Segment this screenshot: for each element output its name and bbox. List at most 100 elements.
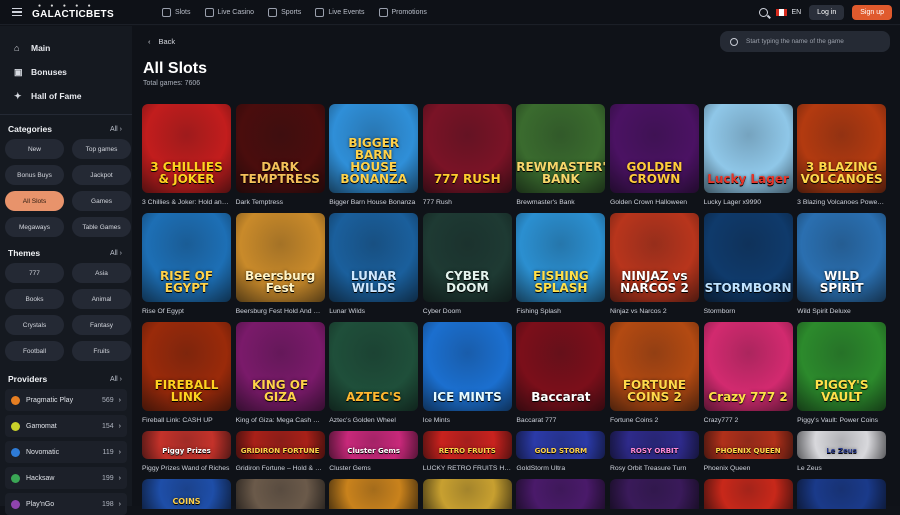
language-selector[interactable]: EN (791, 9, 801, 16)
sidebar-link-main[interactable]: ⌂ Main (14, 36, 132, 60)
category-chip-table-games[interactable]: Table Games (72, 217, 131, 237)
theme-chip-books[interactable]: Books (5, 289, 64, 309)
game-card[interactable]: ICE MINTS Ice Mints (422, 322, 512, 431)
nav-live-events[interactable]: Live Events (315, 7, 365, 17)
game-thumbnail[interactable]: 777 RUSH (422, 104, 512, 193)
game-thumbnail[interactable]: AZTEC'S (329, 322, 419, 411)
providers-all-link[interactable]: All › (110, 376, 122, 383)
provider-item[interactable]: Gamomat 154 › (5, 415, 127, 437)
game-card[interactable] (609, 479, 699, 509)
category-chip-bonus-buys[interactable]: Bonus Buys (5, 165, 64, 185)
game-thumbnail[interactable]: BIGGER BARN HOUSE BONANZA (329, 104, 419, 193)
game-thumbnail[interactable]: RISE OF EGYPT (142, 213, 231, 302)
game-card[interactable]: FORTUNE COINS 2 Fortune Coins 2 (609, 322, 699, 431)
game-card[interactable]: COINS (142, 479, 231, 509)
provider-item[interactable]: Hacksaw 199 › (5, 467, 127, 489)
nav-promotions[interactable]: Promotions (378, 7, 427, 17)
game-thumbnail[interactable]: LUNAR WILDS (329, 213, 419, 302)
game-card[interactable]: GOLDEN CROWN Golden Crown Halloween (609, 104, 699, 213)
game-card[interactable] (422, 479, 512, 509)
game-thumbnail[interactable]: Beersburg Fest (235, 213, 325, 302)
game-card[interactable]: RETRO FRUITS LUCKY RETRO FRUITS Hold & Wi… (422, 431, 512, 479)
game-card[interactable]: Lucky Lager Lucky Lager x9990 (703, 104, 793, 213)
signup-button[interactable]: Sign up (852, 4, 892, 20)
game-thumbnail[interactable] (703, 479, 793, 509)
login-button[interactable]: Log in (809, 4, 845, 20)
provider-item[interactable]: Play'nGo 198 › (5, 493, 127, 515)
game-thumbnail[interactable]: NINJAZ vs NARCOS 2 (609, 213, 699, 302)
game-search-input[interactable] (746, 38, 876, 45)
game-card[interactable]: Cluster Gems Cluster Gems (329, 431, 419, 479)
category-chip-all-slots[interactable]: All Slots (5, 191, 64, 211)
game-thumbnail[interactable]: GOLD STORM (516, 431, 606, 459)
category-chip-new[interactable]: New (5, 139, 64, 159)
themes-all-link[interactable]: All › (110, 250, 122, 257)
game-card[interactable]: AZTEC'S Aztec's Golden Wheel (329, 322, 419, 431)
provider-item[interactable]: Novomatic 119 › (5, 441, 127, 463)
game-thumbnail[interactable]: GRIDIRON FORTUNE (235, 431, 325, 459)
nav-live-casino[interactable]: Live Casino (204, 7, 254, 17)
game-thumbnail[interactable]: Crazy 777 2 (703, 322, 793, 411)
game-thumbnail[interactable]: 3 BLAZING VOLCANOES (797, 104, 887, 193)
game-thumbnail[interactable]: ROSY ORBIT (609, 431, 699, 459)
game-card[interactable]: Beersburg Fest Beersburg Fest Hold And Wi… (235, 213, 325, 322)
game-thumbnail[interactable]: RETRO FRUITS (422, 431, 512, 459)
game-card[interactable]: 777 RUSH 777 Rush (422, 104, 512, 213)
sidebar-link-bonuses[interactable]: ▣ Bonuses (14, 60, 132, 84)
game-card[interactable]: 3 CHILLIES & JOKER 3 Chillies & Joker: Ho… (142, 104, 231, 213)
game-thumbnail[interactable]: BREWMASTER'S BANK (516, 104, 606, 193)
theme-chip-fantasy[interactable]: Fantasy (72, 315, 131, 335)
nav-sports[interactable]: Sports (268, 7, 301, 17)
game-thumbnail[interactable]: DARK TEMPTRESS (235, 104, 325, 193)
game-thumbnail[interactable]: PHOENIX QUEEN (703, 431, 793, 459)
theme-chip-asia[interactable]: Asia (72, 263, 131, 283)
game-card[interactable]: LUNAR WILDS Lunar Wilds (329, 213, 419, 322)
sidebar-link-hall-of-fame[interactable]: ✦ Hall of Fame (14, 84, 132, 108)
game-card[interactable] (235, 479, 325, 509)
game-search[interactable] (720, 31, 890, 52)
game-thumbnail[interactable] (797, 479, 887, 509)
game-card[interactable] (797, 479, 887, 509)
brand-logo[interactable]: ● ● ● ● ● GALACTICBETS (32, 3, 114, 20)
game-card[interactable]: Crazy 777 2 Crazy777 2 (703, 322, 793, 431)
game-card[interactable]: STORMBORN Stormborn (703, 213, 793, 322)
game-thumbnail[interactable] (422, 479, 512, 509)
theme-chip-fruits[interactable]: Fruits (72, 341, 131, 361)
game-card[interactable]: CYBER DOOM Cyber Doom (422, 213, 512, 322)
category-chip-jackpot[interactable]: Jackpot (72, 165, 131, 185)
categories-all-link[interactable]: All › (110, 126, 122, 133)
game-card[interactable]: KING OF GIZA King of Giza: Mega Cash Coll… (235, 322, 325, 431)
game-thumbnail[interactable]: WILD SPIRIT (797, 213, 887, 302)
game-card[interactable]: BIGGER BARN HOUSE BONANZA Bigger Barn Hou… (329, 104, 419, 213)
game-thumbnail[interactable]: Piggy Prizes (142, 431, 231, 459)
game-card[interactable]: RISE OF EGYPT Rise Of Egypt (142, 213, 231, 322)
game-thumbnail[interactable] (235, 479, 325, 509)
game-card[interactable]: FIREBALL LINK Fireball Link: CASH UP (142, 322, 231, 431)
game-thumbnail[interactable]: PIGGY'S VAULT (797, 322, 887, 411)
game-thumbnail[interactable] (516, 479, 606, 509)
theme-chip-animal[interactable]: Animal (72, 289, 131, 309)
game-card[interactable]: Baccarat Baccarat 777 (516, 322, 606, 431)
game-thumbnail[interactable]: STORMBORN (703, 213, 793, 302)
game-card[interactable]: BREWMASTER'S BANK Brewmaster's Bank (516, 104, 606, 213)
game-thumbnail[interactable]: KING OF GIZA (235, 322, 325, 411)
game-card[interactable]: GRIDIRON FORTUNE Gridiron Fortune – Hold … (235, 431, 325, 479)
menu-icon[interactable] (12, 7, 22, 17)
category-chip-megaways[interactable]: Megaways (5, 217, 64, 237)
game-card[interactable]: Piggy Prizes Piggy Prizes Wand of Riches (142, 431, 231, 479)
game-card[interactable]: NINJAZ vs NARCOS 2 Ninjaz vs Narcos 2 (609, 213, 699, 322)
game-card[interactable]: PHOENIX QUEEN Phoenix Queen (703, 431, 793, 479)
game-thumbnail[interactable] (609, 479, 699, 509)
game-card[interactable]: WILD SPIRIT Wild Spirit Deluxe (797, 213, 887, 322)
nav-slots[interactable]: Slots (161, 7, 191, 17)
game-thumbnail[interactable]: CYBER DOOM (422, 213, 512, 302)
search-icon[interactable] (759, 7, 769, 17)
game-card[interactable]: GOLD STORM GoldStorm Ultra (516, 431, 606, 479)
game-card[interactable]: Le Zeus Le Zeus (797, 431, 887, 479)
game-card[interactable] (703, 479, 793, 509)
category-chip-top-games[interactable]: Top games (72, 139, 131, 159)
game-thumbnail[interactable]: GOLDEN CROWN (609, 104, 699, 193)
provider-item[interactable]: Pragmatic Play 569 › (5, 389, 127, 411)
game-thumbnail[interactable]: Le Zeus (797, 431, 887, 459)
theme-chip-777[interactable]: 777 (5, 263, 64, 283)
